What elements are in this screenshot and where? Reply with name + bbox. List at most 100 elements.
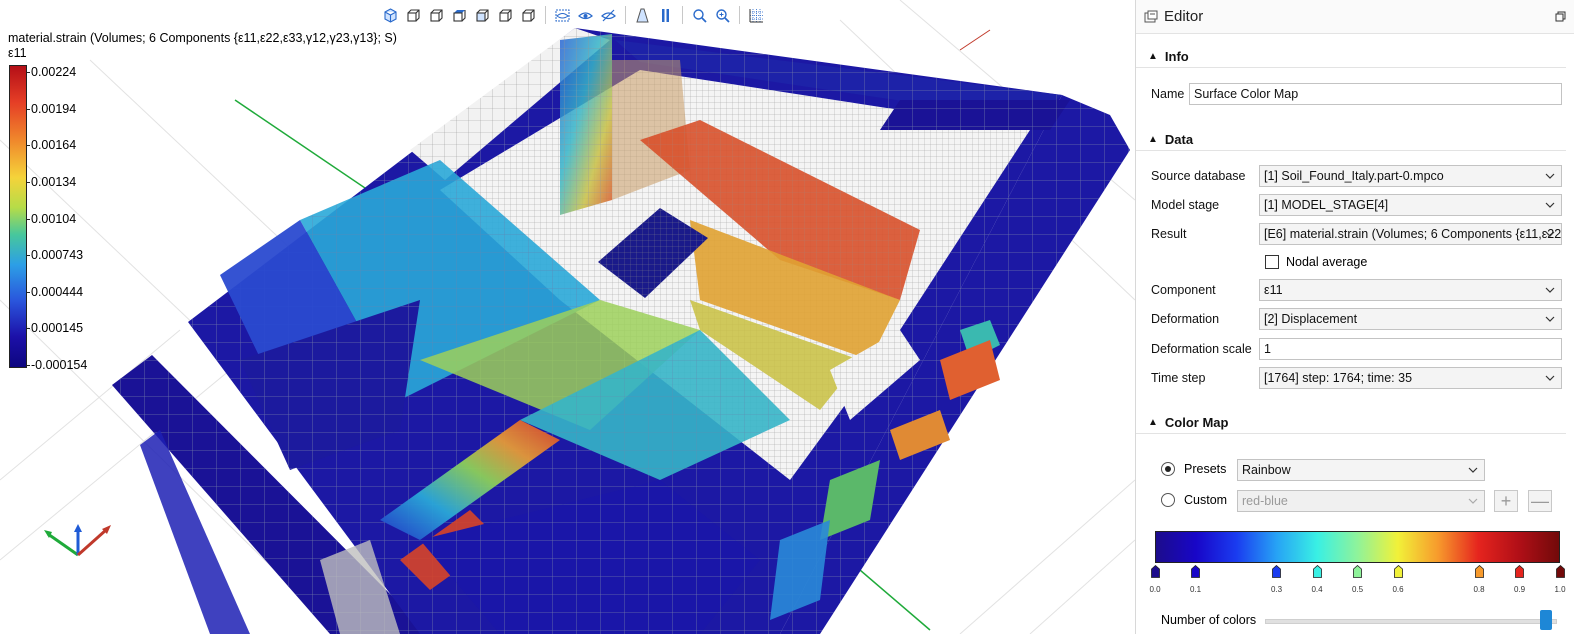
legend-tick bbox=[27, 108, 30, 110]
chevron-down-icon bbox=[1545, 375, 1555, 381]
legend-component: ε11 bbox=[8, 46, 27, 60]
section-color-map[interactable]: ▲ Color Map bbox=[1136, 411, 1566, 434]
legend-tick bbox=[27, 365, 30, 366]
legend-tick bbox=[27, 328, 30, 330]
color-stop-marker[interactable] bbox=[1191, 564, 1200, 583]
nodal-row: Nodal average bbox=[1151, 250, 1562, 274]
component-row: Component ε11 bbox=[1151, 278, 1562, 302]
source-row: Source database [1] Soil_Found_Italy.par… bbox=[1151, 164, 1562, 188]
section-info[interactable]: ▲ Info bbox=[1136, 45, 1566, 68]
legend-tick-label: 0.00224 bbox=[31, 65, 77, 79]
legend-tick bbox=[27, 291, 30, 293]
zoom-fit-icon[interactable] bbox=[689, 5, 710, 26]
deformation-row: Deformation [2] Displacement bbox=[1151, 307, 1562, 331]
add-color-button[interactable]: + bbox=[1494, 490, 1518, 512]
section-data-label: Data bbox=[1164, 131, 1194, 147]
show-all-icon[interactable] bbox=[552, 5, 573, 26]
color-stop-marker[interactable] bbox=[1515, 564, 1524, 583]
number-of-colors-slider[interactable] bbox=[1265, 619, 1557, 624]
legend-tick-label: 0.000444 bbox=[31, 284, 84, 299]
color-stop-label: 0.6 bbox=[1392, 585, 1404, 594]
float-window-icon[interactable] bbox=[1555, 11, 1566, 22]
legend-tick bbox=[27, 72, 30, 73]
custom-radio[interactable] bbox=[1161, 493, 1175, 507]
chevron-down-icon bbox=[1468, 498, 1478, 504]
collapse-icon: ▲ bbox=[1148, 416, 1158, 428]
color-stop-label: 0.4 bbox=[1311, 585, 1323, 594]
parallel-icon[interactable] bbox=[655, 5, 676, 26]
presets-select[interactable]: Rainbow bbox=[1237, 459, 1485, 481]
view-iso-icon[interactable] bbox=[380, 5, 401, 26]
view-toolbar bbox=[380, 4, 767, 26]
grid-icon[interactable] bbox=[746, 5, 767, 26]
legend-tick-label: 0.00104 bbox=[31, 211, 77, 226]
legend-color-bar bbox=[9, 65, 27, 368]
result-label: Result bbox=[1151, 227, 1187, 241]
editor-header: Editor bbox=[1136, 0, 1574, 34]
view-top-icon[interactable] bbox=[449, 5, 470, 26]
deformation-select[interactable]: [2] Displacement bbox=[1259, 308, 1562, 330]
custom-row: Custom bbox=[1161, 493, 1227, 507]
time-step-select[interactable]: [1764] step: 1764; time: 35 bbox=[1259, 367, 1562, 389]
model-stage-select[interactable]: [1] MODEL_STAGE[4] bbox=[1259, 194, 1562, 216]
custom-select[interactable]: red-blue bbox=[1237, 490, 1485, 512]
color-stop-marker[interactable] bbox=[1150, 564, 1160, 583]
zoom-in-icon[interactable] bbox=[712, 5, 733, 26]
name-field[interactable]: Surface Color Map bbox=[1189, 83, 1562, 105]
component-label: Component bbox=[1151, 283, 1216, 297]
view-right-icon[interactable] bbox=[518, 5, 539, 26]
model-render[interactable] bbox=[0, 0, 1135, 634]
source-database-label: Source database bbox=[1151, 169, 1246, 183]
color-stop-marker[interactable] bbox=[1272, 564, 1281, 583]
color-stop-marker[interactable] bbox=[1393, 564, 1403, 583]
result-select[interactable]: [E6] material.strain (Volumes; 6 Compone… bbox=[1259, 223, 1562, 245]
show-icon[interactable] bbox=[575, 5, 596, 26]
view-left-icon[interactable] bbox=[495, 5, 516, 26]
chevron-down-icon bbox=[1545, 287, 1555, 293]
chevron-down-icon bbox=[1545, 231, 1555, 237]
color-stop-label: 0.5 bbox=[1351, 585, 1364, 594]
color-stop-marker[interactable] bbox=[1474, 564, 1484, 583]
collapse-icon: ▲ bbox=[1148, 50, 1158, 62]
result-row: Result [E6] material.strain (Volumes; 6 … bbox=[1151, 222, 1562, 246]
legend-tick bbox=[27, 145, 30, 147]
presets-label: Presets bbox=[1184, 462, 1227, 476]
hide-icon[interactable] bbox=[598, 5, 619, 26]
color-stop-label: 0.0 bbox=[1149, 585, 1161, 594]
color-stop-label: 1.0 bbox=[1554, 585, 1566, 594]
legend-tick bbox=[27, 181, 30, 183]
legend-tick-label: 0.00194 bbox=[31, 101, 77, 116]
component-select[interactable]: ε11 bbox=[1259, 279, 1562, 301]
axis-triad-icon bbox=[44, 524, 111, 557]
perspective-icon[interactable] bbox=[632, 5, 653, 26]
deformation-scale-input[interactable]: 1 bbox=[1259, 338, 1562, 360]
scale-row: Deformation scale 1 bbox=[1151, 337, 1562, 361]
legend-tick bbox=[27, 218, 30, 220]
number-of-colors-slider-handle[interactable] bbox=[1540, 610, 1553, 630]
source-database-select[interactable]: [1] Soil_Found_Italy.part-0.mpco bbox=[1259, 165, 1562, 187]
color-stop-marker[interactable] bbox=[1555, 564, 1565, 583]
x-axis-line bbox=[959, 29, 991, 51]
timestep-row: Time step [1764] step: 1764; time: 35 bbox=[1151, 366, 1562, 390]
custom-label: Custom bbox=[1184, 493, 1228, 507]
nodal-average-checkbox[interactable] bbox=[1265, 255, 1279, 269]
presets-value: Rainbow bbox=[1242, 463, 1291, 477]
color-map-gradient[interactable] bbox=[1155, 531, 1560, 563]
remove-color-button[interactable]: — bbox=[1528, 490, 1552, 512]
legend-tick-label: -0.000154 bbox=[31, 358, 88, 372]
chevron-down-icon bbox=[1545, 173, 1555, 179]
name-row: Name Surface Color Map bbox=[1151, 82, 1562, 106]
legend-tick-label: 0.000145 bbox=[31, 321, 84, 336]
chevron-down-icon bbox=[1468, 467, 1478, 473]
view-bottom-icon[interactable] bbox=[472, 5, 493, 26]
view-back-icon[interactable] bbox=[426, 5, 447, 26]
section-color-map-label: Color Map bbox=[1164, 414, 1229, 430]
presets-radio[interactable] bbox=[1161, 462, 1175, 476]
color-stop-marker[interactable] bbox=[1353, 564, 1362, 583]
3d-viewport[interactable]: material.strain (Volumes; 6 Components {… bbox=[0, 0, 1135, 634]
color-stop-marker[interactable] bbox=[1312, 564, 1322, 583]
collapse-icon: ▲ bbox=[1148, 133, 1158, 145]
section-data[interactable]: ▲ Data bbox=[1136, 128, 1566, 151]
color-stop-label: 0.8 bbox=[1473, 585, 1485, 594]
view-front-icon[interactable] bbox=[403, 5, 424, 26]
